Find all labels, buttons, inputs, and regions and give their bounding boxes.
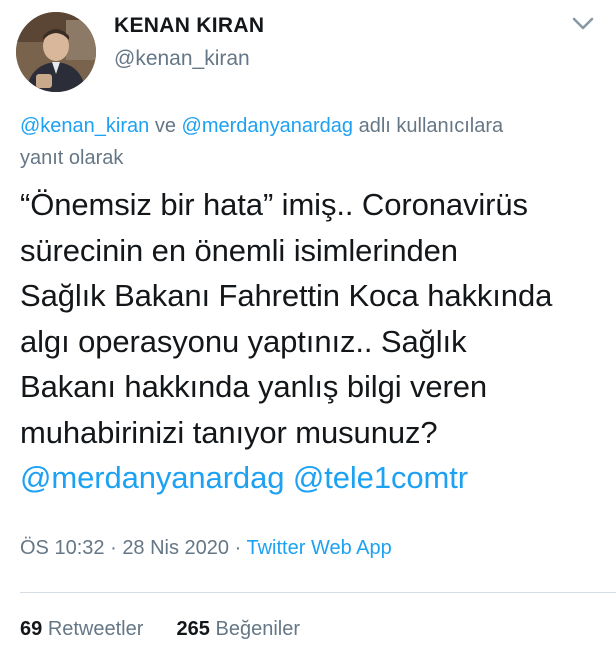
- tweet-date[interactable]: 28 Nis 2020: [122, 537, 229, 559]
- reply-suffix-1: adlı kullanıcılara: [353, 115, 504, 137]
- tweet-line: muhabirinizi tanıyor musunuz?: [20, 414, 438, 450]
- reply-mention-1[interactable]: @kenan_kiran: [20, 115, 149, 137]
- tweet-source[interactable]: Twitter Web App: [247, 537, 392, 559]
- tweet-mentions-line: @merdanyanardag @tele1comtr: [20, 455, 610, 501]
- reply-connector: ve: [149, 115, 182, 137]
- tweet-meta: ÖS 10:32 · 28 Nis 2020 · Twitter Web App: [20, 537, 392, 560]
- retweets-count: 69: [20, 618, 43, 640]
- tweet-mention-tele1comtr[interactable]: @tele1comtr: [293, 460, 468, 495]
- meta-separator: ·: [234, 537, 242, 559]
- reply-context: @kenan_kiran ve @merdanyanardag adlı kul…: [20, 110, 600, 174]
- retweets-label: Retweetler: [47, 618, 144, 640]
- author-handle[interactable]: @kenan_kiran: [114, 47, 250, 71]
- likes-count: 265: [176, 618, 210, 640]
- tweet-line: “Önemsiz bir hata” imiş.. Coronavirüs: [20, 187, 528, 222]
- reply-suffix-2: yanıt olarak: [20, 147, 124, 169]
- tweet-line: sürecinin en önemli isimlerinden: [20, 232, 458, 268]
- retweets-stat[interactable]: 69 Retweetler: [20, 618, 143, 640]
- likes-stat[interactable]: 265 Beğeniler: [177, 618, 300, 640]
- tweet-line: Sağlık Bakanı Fahrettin Koca hakkında: [20, 278, 553, 313]
- likes-label: Beğeniler: [215, 618, 300, 640]
- divider: [20, 592, 616, 593]
- reply-mention-2[interactable]: @merdanyanardag: [182, 115, 354, 137]
- tweet-stats: 69 Retweetler 265 Beğeniler: [20, 618, 300, 641]
- tweet-mention-merdanyanardag[interactable]: @merdanyanardag: [20, 460, 284, 495]
- tweet-line: Bakanı hakkında yanlış bilgi veren: [20, 369, 488, 404]
- avatar[interactable]: [16, 12, 96, 92]
- author-name[interactable]: KENAN KIRAN: [114, 14, 264, 38]
- chevron-down-icon[interactable]: [570, 14, 596, 34]
- meta-separator: ·: [110, 537, 117, 559]
- tweet-time[interactable]: ÖS 10:32: [20, 537, 105, 559]
- tweet-text: “Önemsiz bir hata” imiş.. Coronavirüs sü…: [20, 182, 610, 501]
- tweet-line: algı operasyonu yaptınız.. Sağlık: [20, 323, 467, 359]
